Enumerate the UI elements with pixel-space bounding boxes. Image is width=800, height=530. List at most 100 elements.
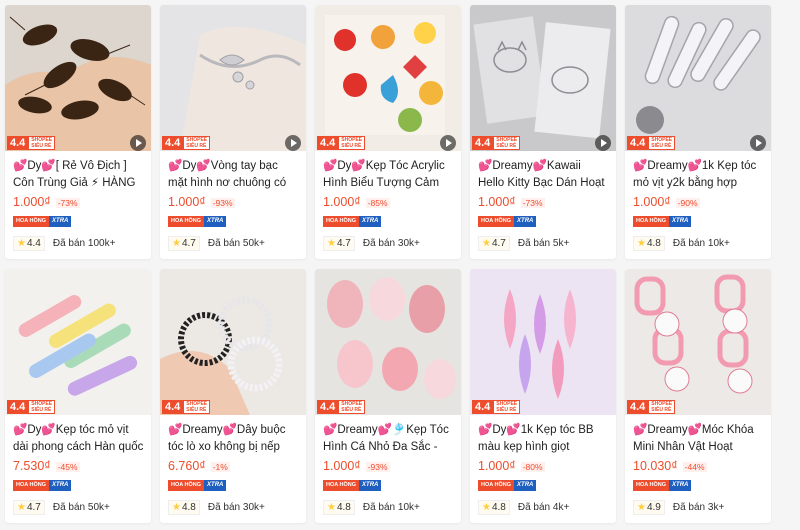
promo-tags: HOA HỒNG XTRA <box>168 216 227 227</box>
product-title[interactable]: 💕Dreamy💕🎐Kẹp Tóc Hình Cá Nhỏ Đa Sắc - Ph… <box>323 422 455 456</box>
price-row: 1.000₫ -73% <box>13 195 80 209</box>
star-icon: ★ <box>17 238 26 249</box>
shopee-sieu-re-badge: 4.4 SHOPEE SIÊU RẺ <box>317 136 366 150</box>
product-image[interactable] <box>625 269 771 415</box>
xtra-tag: XTRA <box>514 216 537 227</box>
badge-label: SHOPEE SIÊU RẺ <box>338 400 366 414</box>
product-image[interactable] <box>625 5 771 151</box>
badge-line2: SIÊU RẺ <box>186 407 207 413</box>
discount-badge: -45% <box>55 462 80 472</box>
rating-row: ★ 4.7 Đã bán 30k+ <box>323 236 420 251</box>
discount-badge: -93% <box>210 198 235 208</box>
play-video-icon[interactable] <box>440 135 456 151</box>
badge-line2: SIÊU RẺ <box>496 407 517 413</box>
promo-tags: HOA HỒNG XTRA <box>478 480 537 491</box>
product-title[interactable]: 💕Dy💕1k Kẹp tóc BB màu kẹp hình giọt nước… <box>478 422 610 456</box>
product-title[interactable]: 💕Dy💕[ Rẻ Vô Địch ] Côn Trùng Giả ⚡ HÀNG … <box>13 158 145 192</box>
product-title[interactable]: 💕Dreamy💕1k Kẹp tóc mỏ vịt y2k bằng hợp k… <box>633 158 765 192</box>
shopee-sieu-re-badge: 4.4 SHOPEE SIÊU RẺ <box>317 400 366 414</box>
sold-count: Đã bán 10k+ <box>362 502 420 513</box>
product-image[interactable] <box>315 269 461 415</box>
product-card[interactable]: 4.4 SHOPEE SIÊU RẺ 💕Dreamy💕1k Kẹp tóc mỏ … <box>625 5 771 259</box>
hoa-hong-tag: HOA HỒNG <box>323 480 360 491</box>
product-title[interactable]: 💕Dy💕Vòng tay bạc mặt hình nơ chuông có t… <box>168 158 300 192</box>
rating-badge: ★ 4.8 <box>168 500 200 515</box>
play-video-icon[interactable] <box>750 135 766 151</box>
shopee-sieu-re-badge: 4.4 SHOPEE SIÊU RẺ <box>627 400 676 414</box>
product-image[interactable] <box>160 5 306 151</box>
star-icon: ★ <box>482 502 491 513</box>
product-price: 7.530₫ <box>13 459 51 473</box>
badge-label: SHOPEE SIÊU RẺ <box>648 136 676 150</box>
play-video-icon[interactable] <box>595 135 611 151</box>
product-image[interactable] <box>5 5 151 151</box>
promo-tags: HOA HỒNG XTRA <box>13 216 72 227</box>
product-title[interactable]: 💕Dreamy💕Dây buộc tóc lò xo không bị nếp … <box>168 422 300 456</box>
shopee-sieu-re-badge: 4.4 SHOPEE SIÊU RẺ <box>627 136 676 150</box>
badge-score: 4.4 <box>7 400 29 414</box>
badge-line2: SIÊU RẺ <box>341 407 362 413</box>
star-icon: ★ <box>637 238 646 249</box>
rating-row: ★ 4.4 Đã bán 100k+ <box>13 236 115 251</box>
product-card[interactable]: 4.4 SHOPEE SIÊU RẺ 💕Dy💕[ Rẻ Vô Địch ] Côn… <box>5 5 151 259</box>
rating-row: ★ 4.7 Đã bán 50k+ <box>13 500 110 515</box>
product-price: 1.000₫ <box>323 459 361 473</box>
product-card[interactable]: 4.4 SHOPEE SIÊU RẺ 💕Dy💕Kẹp tóc mỏ vịt dài… <box>5 269 151 523</box>
play-video-icon[interactable] <box>285 135 301 151</box>
badge-label: SHOPEE SIÊU RẺ <box>338 136 366 150</box>
rating-row: ★ 4.8 Đã bán 10k+ <box>633 236 730 251</box>
sold-count: Đã bán 30k+ <box>207 502 265 513</box>
product-image[interactable] <box>470 269 616 415</box>
rating-row: ★ 4.8 Đã bán 4k+ <box>478 500 569 515</box>
xtra-tag: XTRA <box>204 216 227 227</box>
price-row: 1.000₫ -93% <box>168 195 235 209</box>
badge-score: 4.4 <box>162 136 184 150</box>
badge-label: SHOPEE SIÊU RẺ <box>28 400 56 414</box>
rating-value: 4.9 <box>646 502 661 513</box>
star-icon: ★ <box>172 238 181 249</box>
promo-tags: HOA HỒNG XTRA <box>13 480 72 491</box>
rating-badge: ★ 4.7 <box>478 236 510 251</box>
product-title[interactable]: 💕Dy💕Kẹp tóc mỏ vịt dài phong cách Hàn qu… <box>13 422 145 456</box>
shopee-sieu-re-badge: 4.4 SHOPEE SIÊU RẺ <box>7 400 56 414</box>
product-card[interactable]: 4.4 SHOPEE SIÊU RẺ 💕Dreamy💕🎐Kẹp Tóc Hình … <box>315 269 461 523</box>
sold-count: Đã bán 30k+ <box>362 238 420 249</box>
rating-row: ★ 4.8 Đã bán 30k+ <box>168 500 265 515</box>
product-card[interactable]: 4.4 SHOPEE SIÊU RẺ 💕Dreamy💕Móc Khóa Mini … <box>625 269 771 523</box>
badge-line2: SIÊU RẺ <box>651 407 672 413</box>
product-image[interactable] <box>5 269 151 415</box>
promo-tags: HOA HỒNG XTRA <box>168 480 227 491</box>
product-card[interactable]: 4.4 SHOPEE SIÊU RẺ 💕Dy💕1k Kẹp tóc BB màu … <box>470 269 616 523</box>
product-card[interactable]: 4.4 SHOPEE SIÊU RẺ 💕Dy💕Kẹp Tóc Acrylic Hì… <box>315 5 461 259</box>
promo-tags: HOA HỒNG XTRA <box>323 216 382 227</box>
product-title[interactable]: 💕Dreamy💕Móc Khóa Mini Nhân Vật Hoạt Hình… <box>633 422 765 456</box>
play-video-icon[interactable] <box>130 135 146 151</box>
rating-value: 4.8 <box>491 502 506 513</box>
rating-badge: ★ 4.8 <box>323 500 355 515</box>
product-image[interactable] <box>160 269 306 415</box>
star-icon: ★ <box>327 502 336 513</box>
rating-value: 4.4 <box>26 238 41 249</box>
price-row: 1.000₫ -80% <box>478 459 545 473</box>
rating-row: ★ 4.7 Đã bán 50k+ <box>168 236 265 251</box>
xtra-tag: XTRA <box>359 216 382 227</box>
price-row: 6.760₫ -1% <box>168 459 230 473</box>
product-card[interactable]: 4.4 SHOPEE SIÊU RẺ 💕Dreamy💕Kawaii Hello K… <box>470 5 616 259</box>
product-card[interactable]: 4.4 SHOPEE SIÊU RẺ 💕Dy💕Vòng tay bạc mặt h… <box>160 5 306 259</box>
star-icon: ★ <box>482 238 491 249</box>
product-image[interactable] <box>470 5 616 151</box>
promo-tags: HOA HỒNG XTRA <box>633 480 692 491</box>
product-card[interactable]: 4.4 SHOPEE SIÊU RẺ 💕Dreamy💕Dây buộc tóc l… <box>160 269 306 523</box>
discount-badge: -1% <box>210 462 230 472</box>
product-price: 1.000₫ <box>323 195 361 209</box>
product-title[interactable]: 💕Dy💕Kẹp Tóc Acrylic Hình Biểu Tượng Cảm … <box>323 158 455 192</box>
price-row: 1.000₫ -73% <box>478 195 545 209</box>
hoa-hong-tag: HOA HỒNG <box>478 216 515 227</box>
rating-badge: ★ 4.7 <box>13 500 45 515</box>
rating-value: 4.8 <box>646 238 661 249</box>
price-row: 10.030₫ -44% <box>633 459 707 473</box>
rating-value: 4.7 <box>491 238 506 249</box>
discount-badge: -90% <box>675 198 700 208</box>
product-image[interactable] <box>315 5 461 151</box>
product-title[interactable]: 💕Dreamy💕Kawaii Hello Kitty Bạc Dán Hoạt … <box>478 158 610 192</box>
